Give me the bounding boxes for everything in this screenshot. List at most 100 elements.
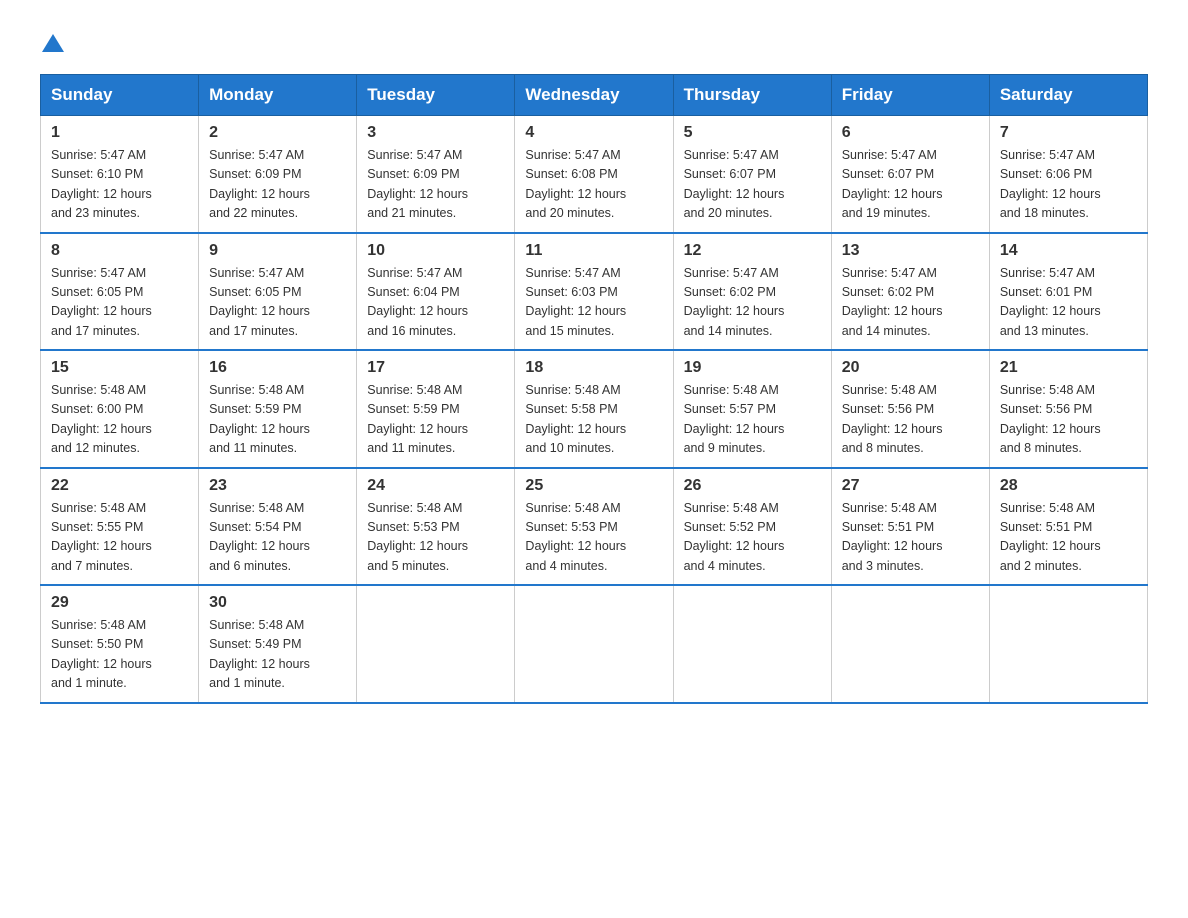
day-number: 16: [209, 359, 346, 377]
calendar-day-cell: 5Sunrise: 5:47 AMSunset: 6:07 PMDaylight…: [673, 116, 831, 233]
day-info: Sunrise: 5:47 AMSunset: 6:09 PMDaylight:…: [367, 146, 504, 224]
calendar-day-cell: 9 Sunrise: 5:47 AMSunset: 6:05 PMDaylight…: [199, 233, 357, 351]
calendar-day-cell: 8 Sunrise: 5:47 AMSunset: 6:05 PMDaylight…: [41, 233, 199, 351]
day-info: Sunrise: 5:47 AMSunset: 6:05 PMDaylight:…: [51, 264, 188, 342]
day-of-week-thursday: Thursday: [673, 75, 831, 116]
day-info: Sunrise: 5:47 AMSunset: 6:10 PMDaylight:…: [51, 146, 188, 224]
day-info: Sunrise: 5:47 AMSunset: 6:08 PMDaylight:…: [525, 146, 662, 224]
calendar-day-cell: [357, 585, 515, 703]
calendar-header-row: SundayMondayTuesdayWednesdayThursdayFrid…: [41, 75, 1148, 116]
day-number: 9: [209, 242, 346, 260]
day-number: 8: [51, 242, 188, 260]
calendar-day-cell: 24Sunrise: 5:48 AMSunset: 5:53 PMDayligh…: [357, 468, 515, 586]
calendar-day-cell: 1 Sunrise: 5:47 AMSunset: 6:10 PMDaylight…: [41, 116, 199, 233]
calendar-day-cell: 4 Sunrise: 5:47 AMSunset: 6:08 PMDaylight…: [515, 116, 673, 233]
day-info: Sunrise: 5:48 AMSunset: 5:59 PMDaylight:…: [367, 381, 504, 459]
day-info: Sunrise: 5:48 AMSunset: 5:55 PMDaylight:…: [51, 499, 188, 577]
day-number: 12: [684, 242, 821, 260]
day-info: Sunrise: 5:47 AMSunset: 6:02 PMDaylight:…: [842, 264, 979, 342]
calendar-week-row: 8 Sunrise: 5:47 AMSunset: 6:05 PMDaylight…: [41, 233, 1148, 351]
calendar-day-cell: 18 Sunrise: 5:48 AMSunset: 5:58 PMDayligh…: [515, 350, 673, 468]
day-info: Sunrise: 5:48 AMSunset: 5:53 PMDaylight:…: [525, 499, 662, 577]
calendar-day-cell: 27 Sunrise: 5:48 AMSunset: 5:51 PMDayligh…: [831, 468, 989, 586]
day-info: Sunrise: 5:48 AMSunset: 5:51 PMDaylight:…: [842, 499, 979, 577]
day-number: 26: [684, 477, 821, 495]
day-of-week-saturday: Saturday: [989, 75, 1147, 116]
calendar-week-row: 1 Sunrise: 5:47 AMSunset: 6:10 PMDaylight…: [41, 116, 1148, 233]
day-info: Sunrise: 5:47 AMSunset: 6:05 PMDaylight:…: [209, 264, 346, 342]
logo-triangle-icon: [42, 32, 64, 54]
day-number: 5: [684, 124, 821, 142]
day-number: 18: [525, 359, 662, 377]
day-number: 11: [525, 242, 662, 260]
day-number: 6: [842, 124, 979, 142]
day-info: Sunrise: 5:48 AMSunset: 5:50 PMDaylight:…: [51, 616, 188, 694]
calendar-day-cell: 21 Sunrise: 5:48 AMSunset: 5:56 PMDayligh…: [989, 350, 1147, 468]
day-info: Sunrise: 5:47 AMSunset: 6:06 PMDaylight:…: [1000, 146, 1137, 224]
day-of-week-sunday: Sunday: [41, 75, 199, 116]
calendar-day-cell: 23Sunrise: 5:48 AMSunset: 5:54 PMDayligh…: [199, 468, 357, 586]
day-info: Sunrise: 5:48 AMSunset: 5:51 PMDaylight:…: [1000, 499, 1137, 577]
calendar-day-cell: 11 Sunrise: 5:47 AMSunset: 6:03 PMDayligh…: [515, 233, 673, 351]
day-number: 13: [842, 242, 979, 260]
day-info: Sunrise: 5:48 AMSunset: 5:59 PMDaylight:…: [209, 381, 346, 459]
day-info: Sunrise: 5:48 AMSunset: 5:58 PMDaylight:…: [525, 381, 662, 459]
day-number: 25: [525, 477, 662, 495]
day-number: 30: [209, 594, 346, 612]
calendar-week-row: 22 Sunrise: 5:48 AMSunset: 5:55 PMDayligh…: [41, 468, 1148, 586]
calendar-day-cell: [831, 585, 989, 703]
day-number: 14: [1000, 242, 1137, 260]
logo: [40, 30, 64, 54]
calendar-table: SundayMondayTuesdayWednesdayThursdayFrid…: [40, 74, 1148, 704]
day-number: 29: [51, 594, 188, 612]
calendar-day-cell: 30 Sunrise: 5:48 AMSunset: 5:49 PMDayligh…: [199, 585, 357, 703]
calendar-day-cell: 25 Sunrise: 5:48 AMSunset: 5:53 PMDayligh…: [515, 468, 673, 586]
day-info: Sunrise: 5:48 AMSunset: 5:57 PMDaylight:…: [684, 381, 821, 459]
calendar-day-cell: 2 Sunrise: 5:47 AMSunset: 6:09 PMDaylight…: [199, 116, 357, 233]
calendar-day-cell: 14Sunrise: 5:47 AMSunset: 6:01 PMDayligh…: [989, 233, 1147, 351]
calendar-day-cell: [673, 585, 831, 703]
day-info: Sunrise: 5:47 AMSunset: 6:02 PMDaylight:…: [684, 264, 821, 342]
day-number: 1: [51, 124, 188, 142]
calendar-day-cell: 10Sunrise: 5:47 AMSunset: 6:04 PMDayligh…: [357, 233, 515, 351]
calendar-day-cell: 6 Sunrise: 5:47 AMSunset: 6:07 PMDaylight…: [831, 116, 989, 233]
day-number: 19: [684, 359, 821, 377]
calendar-day-cell: [989, 585, 1147, 703]
calendar-day-cell: 26 Sunrise: 5:48 AMSunset: 5:52 PMDayligh…: [673, 468, 831, 586]
day-number: 3: [367, 124, 504, 142]
day-number: 22: [51, 477, 188, 495]
calendar-day-cell: 12 Sunrise: 5:47 AMSunset: 6:02 PMDayligh…: [673, 233, 831, 351]
page-header: [40, 30, 1148, 54]
day-number: 2: [209, 124, 346, 142]
calendar-day-cell: [515, 585, 673, 703]
day-info: Sunrise: 5:48 AMSunset: 5:56 PMDaylight:…: [842, 381, 979, 459]
calendar-day-cell: 7 Sunrise: 5:47 AMSunset: 6:06 PMDaylight…: [989, 116, 1147, 233]
calendar-day-cell: 15 Sunrise: 5:48 AMSunset: 6:00 PMDayligh…: [41, 350, 199, 468]
day-info: Sunrise: 5:48 AMSunset: 5:56 PMDaylight:…: [1000, 381, 1137, 459]
calendar-day-cell: 13 Sunrise: 5:47 AMSunset: 6:02 PMDayligh…: [831, 233, 989, 351]
day-number: 21: [1000, 359, 1137, 377]
day-number: 20: [842, 359, 979, 377]
day-of-week-friday: Friday: [831, 75, 989, 116]
day-info: Sunrise: 5:48 AMSunset: 5:54 PMDaylight:…: [209, 499, 346, 577]
day-info: Sunrise: 5:48 AMSunset: 5:52 PMDaylight:…: [684, 499, 821, 577]
day-number: 15: [51, 359, 188, 377]
day-info: Sunrise: 5:47 AMSunset: 6:09 PMDaylight:…: [209, 146, 346, 224]
day-info: Sunrise: 5:48 AMSunset: 5:49 PMDaylight:…: [209, 616, 346, 694]
day-of-week-monday: Monday: [199, 75, 357, 116]
day-info: Sunrise: 5:47 AMSunset: 6:03 PMDaylight:…: [525, 264, 662, 342]
day-number: 24: [367, 477, 504, 495]
calendar-day-cell: 16 Sunrise: 5:48 AMSunset: 5:59 PMDayligh…: [199, 350, 357, 468]
day-info: Sunrise: 5:47 AMSunset: 6:04 PMDaylight:…: [367, 264, 504, 342]
day-number: 7: [1000, 124, 1137, 142]
day-info: Sunrise: 5:48 AMSunset: 6:00 PMDaylight:…: [51, 381, 188, 459]
day-info: Sunrise: 5:47 AMSunset: 6:07 PMDaylight:…: [842, 146, 979, 224]
day-number: 4: [525, 124, 662, 142]
day-number: 27: [842, 477, 979, 495]
calendar-day-cell: 28Sunrise: 5:48 AMSunset: 5:51 PMDayligh…: [989, 468, 1147, 586]
day-number: 17: [367, 359, 504, 377]
calendar-day-cell: 17 Sunrise: 5:48 AMSunset: 5:59 PMDayligh…: [357, 350, 515, 468]
calendar-day-cell: 3 Sunrise: 5:47 AMSunset: 6:09 PMDaylight…: [357, 116, 515, 233]
calendar-day-cell: 29 Sunrise: 5:48 AMSunset: 5:50 PMDayligh…: [41, 585, 199, 703]
calendar-week-row: 15 Sunrise: 5:48 AMSunset: 6:00 PMDayligh…: [41, 350, 1148, 468]
